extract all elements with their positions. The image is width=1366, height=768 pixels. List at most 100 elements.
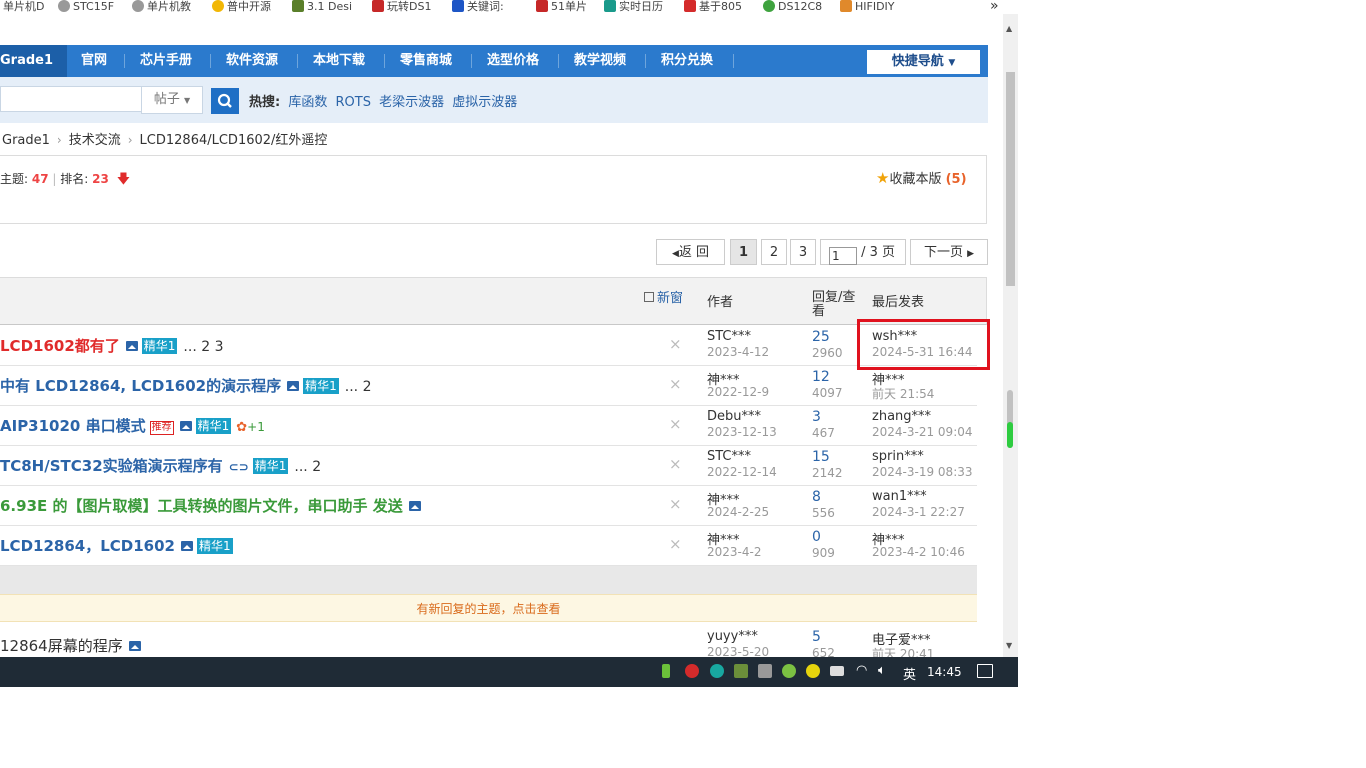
thread-pages[interactable]: ... 2 — [345, 379, 372, 395]
app-tray-icon[interactable] — [782, 664, 796, 678]
volume-icon[interactable]: 🔈︎ — [878, 663, 886, 678]
reply-count[interactable]: 0 — [812, 529, 821, 545]
page-jump-input[interactable]: 1 — [829, 247, 857, 265]
page-button[interactable]: 1 — [730, 239, 757, 265]
nav-item-grade[interactable]: Grade1 — [0, 45, 67, 77]
new-window-toggle[interactable]: 新窗 — [644, 287, 683, 306]
thread-title[interactable]: TC8H/STC32实验箱演示程序有 ⊂⊃ 精华1 ... 2 — [0, 455, 321, 476]
bookmark-item[interactable]: 玩转DS1 — [372, 0, 431, 14]
last-poster[interactable]: zhang*** — [872, 409, 931, 424]
nav-item-store[interactable]: 零售商城 — [400, 45, 452, 77]
bookmark-item[interactable]: 普中开源 — [212, 0, 271, 14]
app-tray-icon[interactable] — [685, 664, 699, 678]
nav-item-official[interactable]: 官网 — [81, 45, 107, 77]
star-icon: ★ — [876, 169, 890, 187]
page-button[interactable]: 3 — [790, 239, 816, 265]
nav-item-pricing[interactable]: 选型价格 — [487, 45, 539, 77]
reply-count[interactable]: 12 — [812, 369, 830, 385]
search-button[interactable] — [211, 88, 239, 114]
last-post-date[interactable]: 2023-4-2 10:46 — [872, 545, 965, 559]
hot-search-link[interactable]: 老梁示波器 — [379, 95, 444, 110]
bookmark-item[interactable]: 单片机D — [0, 0, 44, 14]
breadcrumb-item[interactable]: 技术交流 — [69, 133, 121, 148]
thread-title[interactable]: LCD1602都有了 精华1 ... 2 3 — [0, 335, 224, 356]
battery-icon[interactable] — [830, 666, 844, 676]
clock[interactable]: 14:45 — [927, 665, 962, 679]
bookmark-item[interactable]: DS12C8 — [763, 0, 822, 14]
nav-item-download[interactable]: 本地下载 — [313, 45, 365, 77]
thread-title[interactable]: AIP31020 串口模式 推荐 精华1 ✿+1 — [0, 415, 265, 436]
chevron-down-icon: ▼ — [948, 58, 956, 68]
notification-icon[interactable] — [977, 664, 993, 678]
page-button[interactable]: 2 — [761, 239, 787, 265]
nvidia-icon[interactable] — [734, 664, 748, 678]
scroll-down-arrow-icon[interactable]: ▼ — [1006, 641, 1012, 650]
last-post-date[interactable]: 2024-3-21 09:04 — [872, 425, 973, 439]
thread-title[interactable]: 6.93E 的【图片取模】工具转换的图片文件，串口助手 发送 — [0, 495, 421, 516]
app-tray-icon[interactable] — [710, 664, 724, 678]
back-button[interactable]: ◀返 回 — [656, 239, 725, 265]
bookmark-item[interactable]: 3.1 Desi — [292, 0, 352, 14]
reply-count[interactable]: 15 — [812, 449, 830, 465]
reply-count[interactable]: 5 — [812, 629, 821, 645]
nav-item-datasheet[interactable]: 芯片手册 — [140, 45, 192, 77]
next-page-button[interactable]: 下一页 ▶ — [910, 239, 988, 265]
bookmarks-more-button[interactable]: » — [990, 0, 999, 14]
battery-app-icon[interactable] — [662, 664, 670, 678]
thread-author[interactable]: STC*** — [707, 449, 751, 464]
reply-count[interactable]: 25 — [812, 329, 830, 345]
close-icon[interactable]: × — [669, 495, 682, 513]
hot-search-link[interactable]: ROTS — [336, 95, 371, 110]
scroll-up-arrow-icon[interactable]: ▲ — [1006, 24, 1012, 33]
search-input[interactable] — [0, 86, 141, 112]
bookmark-item[interactable]: 关键词: — [452, 0, 504, 14]
thread-author[interactable]: STC*** — [707, 329, 751, 344]
reply-count[interactable]: 8 — [812, 489, 821, 505]
wifi-icon[interactable]: ◠ — [856, 663, 867, 678]
hot-search-link[interactable]: 虚拟示波器 — [452, 95, 517, 110]
new-reply-notice[interactable]: 有新回复的主题，点击查看 — [0, 594, 977, 622]
bookmark-item[interactable]: 单片机教 — [132, 0, 191, 14]
close-icon[interactable]: × — [669, 535, 682, 553]
bookmark-item[interactable]: HIFIDIY — [840, 0, 895, 14]
hot-search-link[interactable]: 库函数 — [288, 95, 327, 110]
thread-title[interactable]: 中有 LCD12864, LCD1602的演示程序 精华1 ... 2 — [0, 375, 371, 396]
breadcrumb-item[interactable]: Grade1 — [2, 133, 50, 148]
quick-nav-button[interactable]: 快捷导航 ▼ — [867, 50, 980, 74]
breadcrumb-item[interactable]: LCD12864/LCD1602/红外遥控 — [140, 133, 328, 148]
search-type-select[interactable]: 帖子 ▼ — [141, 86, 203, 114]
last-poster[interactable]: wan1*** — [872, 489, 927, 504]
last-post-date[interactable]: 2024-3-19 08:33 — [872, 465, 973, 479]
vertical-scrollbar[interactable]: ▲ ▼ — [1003, 14, 1018, 657]
stats-divider: | — [52, 172, 57, 186]
app-tray-icon[interactable] — [806, 664, 820, 678]
digest-badge: 精华1 — [196, 538, 233, 554]
thread-author[interactable]: Debu*** — [707, 409, 761, 424]
thread-title[interactable]: LCD12864，LCD1602 精华1 — [0, 535, 233, 556]
last-poster[interactable]: sprin*** — [872, 449, 924, 464]
bookmark-item[interactable]: 基于805 — [684, 0, 742, 14]
close-icon[interactable]: × — [669, 375, 682, 393]
bookmark-item[interactable]: STC15F — [58, 0, 114, 14]
bookmark-item[interactable]: 51单片 — [536, 0, 587, 14]
last-post-date[interactable]: 前天 20:41 — [872, 645, 934, 657]
nav-item-software[interactable]: 软件资源 — [226, 45, 278, 77]
thread-pages[interactable]: ... 2 — [294, 459, 321, 475]
nav-item-points[interactable]: 积分兑换 — [661, 45, 713, 77]
ime-indicator[interactable]: 英 — [903, 664, 916, 683]
thread-date: 2023-4-12 — [707, 345, 770, 359]
last-post-date[interactable]: 2024-3-1 22:27 — [872, 505, 965, 519]
bookmark-item[interactable]: 实时日历 — [604, 0, 663, 14]
favorite-forum-button[interactable]: ★收藏本版 (5) — [876, 168, 967, 187]
close-icon[interactable]: × — [669, 415, 682, 433]
last-post-date[interactable]: 前天 21:54 — [872, 385, 934, 402]
close-icon[interactable]: × — [669, 455, 682, 473]
close-icon[interactable]: × — [669, 335, 682, 353]
thread-author[interactable]: yuyy*** — [707, 629, 758, 644]
scroll-thumb[interactable] — [1006, 72, 1015, 286]
reply-count[interactable]: 3 — [812, 409, 821, 425]
display-icon[interactable] — [758, 664, 772, 678]
thread-title[interactable]: 12864屏幕的程序 — [0, 635, 141, 656]
nav-item-video[interactable]: 教学视频 — [574, 45, 626, 77]
thread-pages[interactable]: ... 2 3 — [183, 339, 223, 355]
